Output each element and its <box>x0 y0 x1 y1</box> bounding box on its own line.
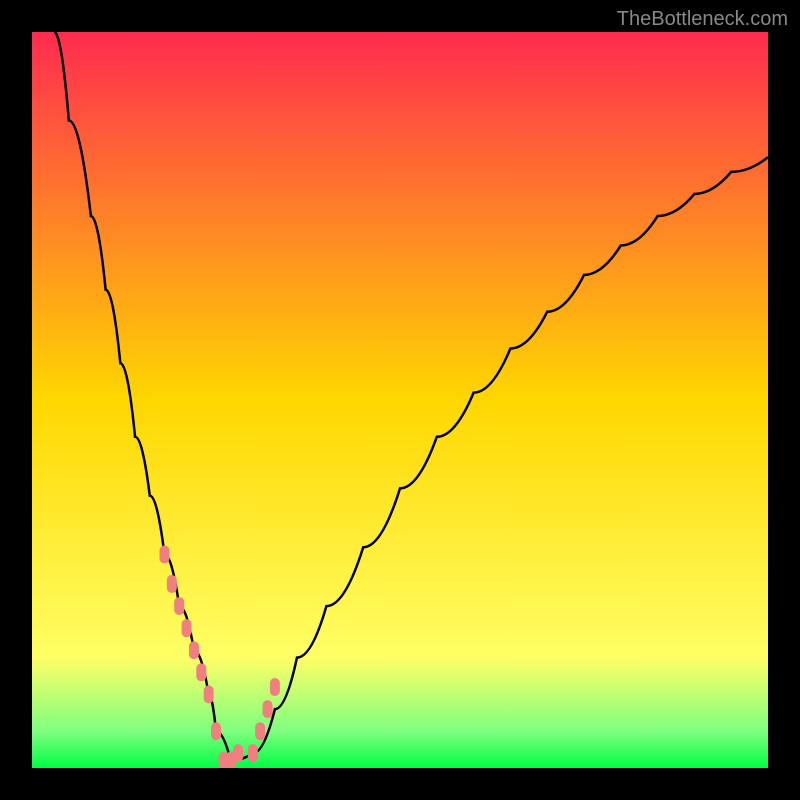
curve-plot <box>32 32 768 768</box>
highlight-dot <box>233 744 243 762</box>
watermark-text: TheBottleneck.com <box>617 8 788 31</box>
highlight-dot <box>196 663 206 681</box>
highlight-dot <box>204 685 214 703</box>
highlight-dot <box>255 722 265 740</box>
highlight-dot <box>174 597 184 615</box>
bottleneck-curve <box>54 32 768 761</box>
chart-container <box>32 32 768 768</box>
highlight-dot <box>189 641 199 659</box>
highlight-dot <box>263 700 273 718</box>
highlight-dot <box>159 546 169 564</box>
highlight-dot <box>182 619 192 637</box>
highlight-dot <box>248 744 258 762</box>
highlight-dot <box>167 575 177 593</box>
highlight-dot <box>211 722 221 740</box>
highlight-dot <box>270 678 280 696</box>
